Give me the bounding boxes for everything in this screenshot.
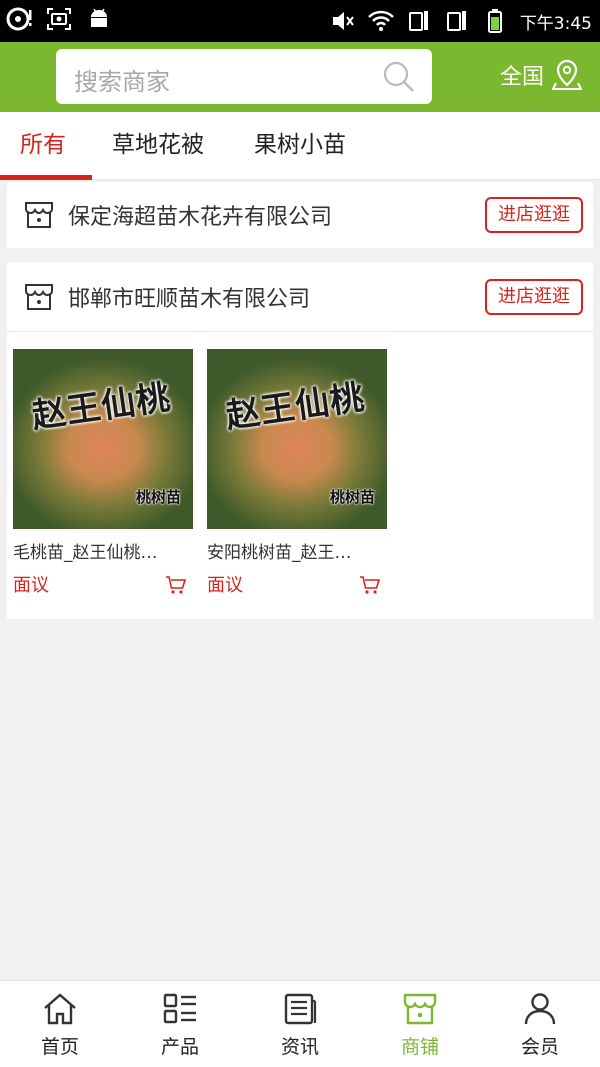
store-header: 保定海超苗木花卉有限公司 进店逛逛 — [7, 182, 593, 248]
android-icon — [91, 8, 107, 27]
store-card: 保定海超苗木花卉有限公司 进店逛逛 — [7, 182, 593, 248]
product-list: 赵王仙桃 桃树苗 毛桃苗_赵王仙桃… 面议 赵王仙桃 桃树苗 安阳桃树苗_赵王…… — [7, 332, 593, 618]
product-price-row: 面议 — [13, 571, 193, 596]
store-name[interactable]: 邯郸市旺顺苗木有限公司 — [68, 281, 310, 313]
clock: 下午3:45 — [519, 13, 592, 34]
location-pin-icon — [552, 59, 582, 90]
nav-member-label: 会员 — [520, 1036, 559, 1058]
region-label: 全国 — [499, 65, 544, 90]
nav-products[interactable]: 产品 — [120, 981, 240, 1067]
nav-news[interactable]: 资讯 — [240, 981, 360, 1067]
region-selector[interactable]: 全国 — [500, 59, 582, 91]
product-item[interactable]: 赵王仙桃 桃树苗 毛桃苗_赵王仙桃… 面议 — [13, 349, 193, 596]
bottom-nav: 首页 产品 资讯 商铺 会员 — [0, 980, 600, 1067]
product-image-caption: 桃树苗 — [135, 488, 181, 506]
nav-news-label: 资讯 — [280, 1036, 319, 1058]
product-name[interactable]: 安阳桃树苗_赵王… — [207, 538, 387, 563]
tab-grass-flowers[interactable]: 草地花被 — [112, 112, 204, 180]
user-icon — [524, 993, 556, 1025]
product-item[interactable]: 赵王仙桃 桃树苗 安阳桃树苗_赵王… 面议 — [207, 349, 387, 596]
sim-signal-icon — [446, 11, 466, 31]
product-image[interactable]: 赵王仙桃 桃树苗 — [207, 349, 387, 529]
product-price: 面议 — [207, 575, 243, 596]
wifi-icon — [367, 10, 394, 31]
top-header: 搜索商家 全国 — [0, 42, 600, 112]
shop-icon — [25, 202, 53, 228]
product-price-row: 面议 — [207, 571, 387, 596]
tab-all[interactable]: 所有 — [20, 112, 66, 180]
product-image-caption: 桃树苗 — [329, 488, 375, 506]
nav-member[interactable]: 会员 — [480, 981, 600, 1067]
shop-icon — [25, 284, 53, 310]
product-image-title: 赵王仙桃 — [223, 377, 368, 437]
store-name[interactable]: 保定海超苗木花卉有限公司 — [68, 199, 332, 231]
grid-list-icon — [163, 993, 196, 1024]
active-tab-indicator — [0, 175, 92, 180]
home-icon — [44, 993, 76, 1025]
mute-icon — [332, 12, 354, 30]
status-bar: 下午3:45 — [0, 0, 600, 42]
cart-icon[interactable] — [359, 575, 381, 595]
product-name[interactable]: 毛桃苗_赵王仙桃… — [13, 538, 193, 563]
product-image-title: 赵王仙桃 — [29, 377, 174, 437]
cart-icon[interactable] — [165, 575, 187, 595]
enter-store-button[interactable]: 进店逛逛 — [485, 279, 583, 315]
search-input[interactable]: 搜索商家 — [56, 49, 432, 104]
nav-products-label: 产品 — [160, 1036, 199, 1058]
category-tabs: 所有 草地花被 果树小苗 — [0, 112, 600, 180]
search-placeholder: 搜索商家 — [74, 68, 170, 96]
sim-signal-icon — [408, 11, 428, 31]
nav-shops[interactable]: 商铺 — [360, 981, 480, 1067]
shop-icon — [403, 993, 437, 1025]
nav-home-label: 首页 — [40, 1036, 79, 1058]
store-card: 邯郸市旺顺苗木有限公司 进店逛逛 赵王仙桃 桃树苗 毛桃苗_赵王仙桃… 面议 赵… — [7, 262, 593, 619]
product-image[interactable]: 赵王仙桃 桃树苗 — [13, 349, 193, 529]
store-header: 邯郸市旺顺苗木有限公司 进店逛逛 — [7, 262, 593, 332]
screenshot-icon — [47, 8, 71, 30]
tab-fruit-seedlings[interactable]: 果树小苗 — [254, 112, 346, 180]
product-price: 面议 — [13, 575, 49, 596]
enter-store-button[interactable]: 进店逛逛 — [485, 197, 583, 233]
news-icon — [284, 993, 317, 1025]
nav-shops-label: 商铺 — [400, 1036, 439, 1058]
battery-icon — [487, 9, 502, 33]
disc-icon — [6, 7, 32, 31]
nav-home[interactable]: 首页 — [0, 981, 120, 1067]
search-icon[interactable] — [382, 60, 416, 94]
